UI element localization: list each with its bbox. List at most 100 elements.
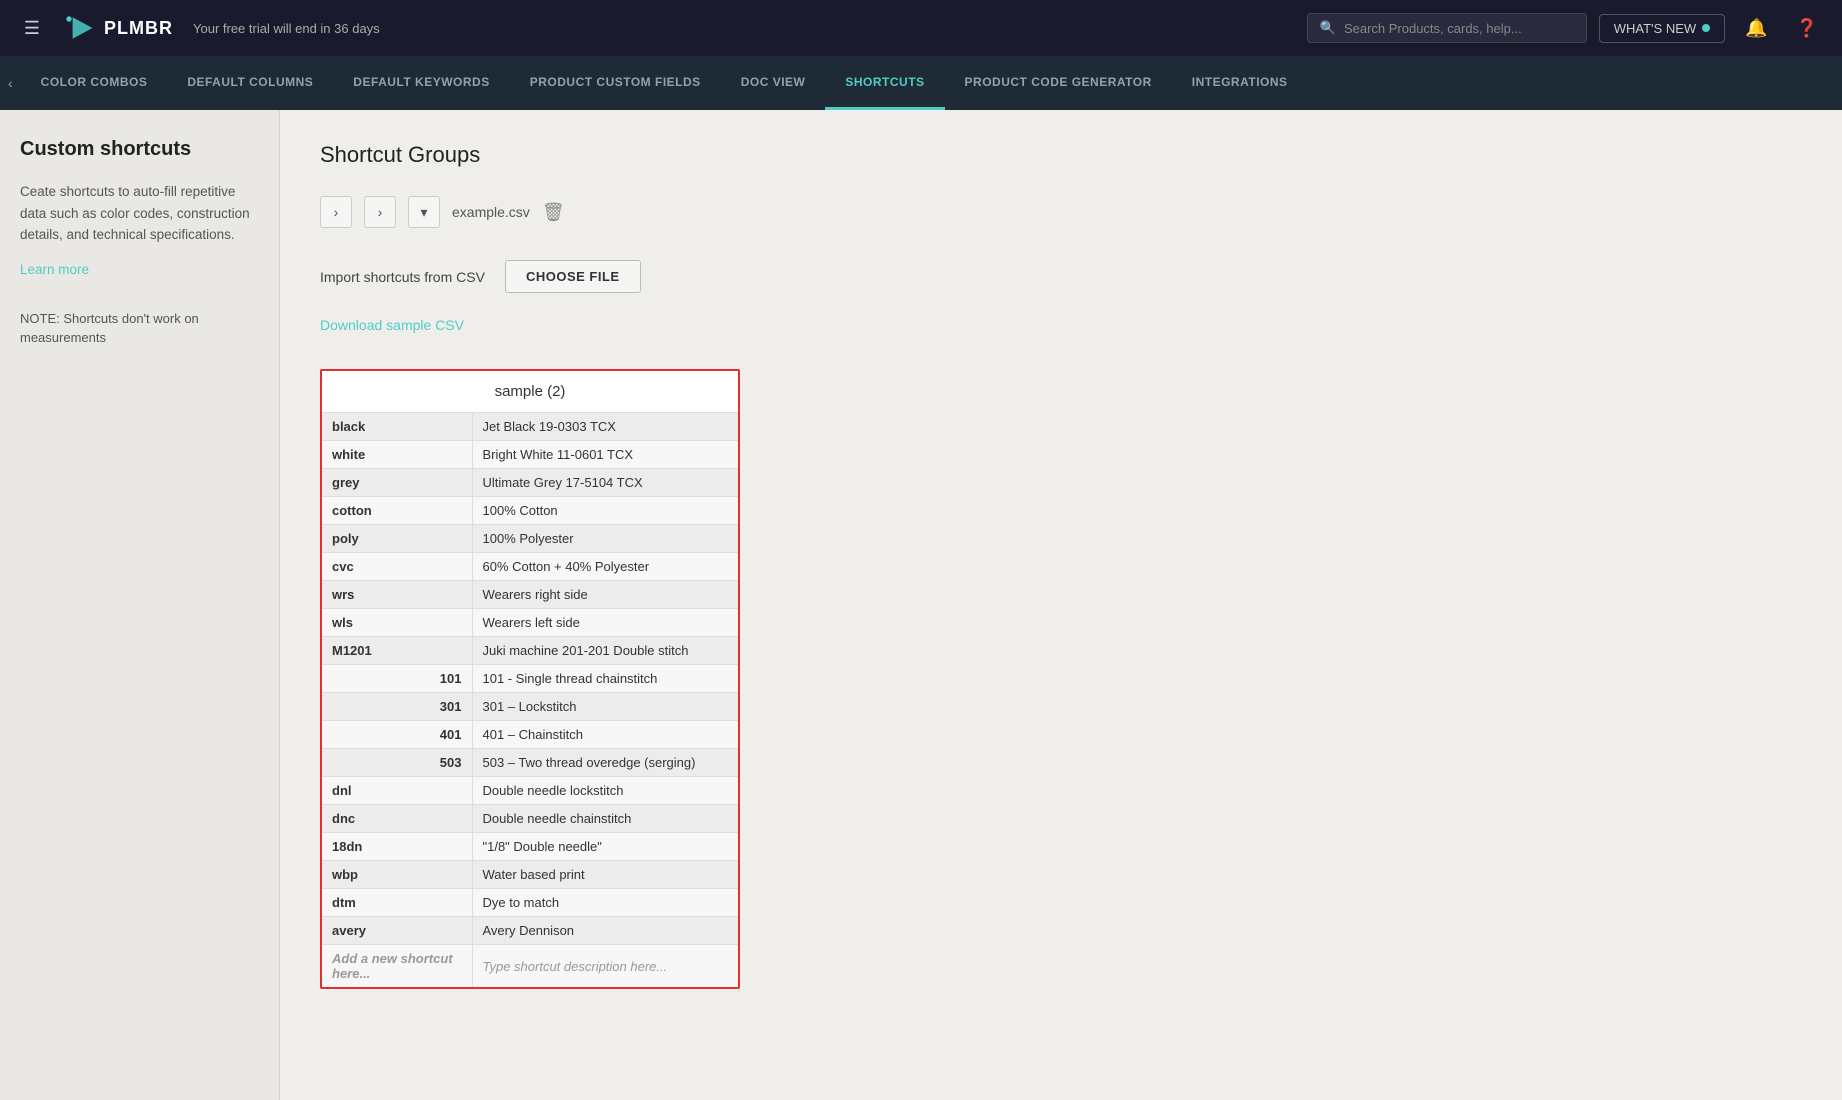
shortcut-key: grey xyxy=(322,469,472,497)
shortcut-value: Ultimate Grey 17-5104 TCX xyxy=(472,469,738,497)
shortcut-value: Jet Black 19-0303 TCX xyxy=(472,413,738,441)
table-row: poly100% Polyester xyxy=(322,525,738,553)
shortcut-value: Bright White 11-0601 TCX xyxy=(472,441,738,469)
choose-file-label: CHOOSE FILE xyxy=(526,269,620,284)
table-row: wbpWater based print xyxy=(322,861,738,889)
notification-button[interactable]: 🔔 xyxy=(1737,14,1775,43)
shortcut-value: 301 – Lockstitch xyxy=(472,693,738,721)
nav-item-product-code-generator[interactable]: PRODUCT CODE GENERATOR xyxy=(945,56,1172,110)
shortcut-key: wbp xyxy=(322,861,472,889)
nav-item-product-custom-fields[interactable]: PRODUCT CUSTOM FIELDS xyxy=(510,56,721,110)
import-label: Import shortcuts from CSV xyxy=(320,269,485,285)
nav-item-default-keywords[interactable]: DEFAULT KEYWORDS xyxy=(333,56,509,110)
help-button[interactable]: ❓ xyxy=(1788,14,1826,43)
shortcut-key: 18dn xyxy=(322,833,472,861)
shortcut-key: white xyxy=(322,441,472,469)
sidebar: Custom shortcuts Ceate shortcuts to auto… xyxy=(0,110,280,1100)
table-row: M1201Juki machine 201-201 Double stitch xyxy=(322,637,738,665)
add-shortcut-key-placeholder[interactable]: Add a new shortcut here... xyxy=(322,945,472,988)
table-row: dnlDouble needle lockstitch xyxy=(322,777,738,805)
shortcut-value: Avery Dennison xyxy=(472,917,738,945)
shortcut-key: 301 xyxy=(322,693,472,721)
content-title: Shortcut Groups xyxy=(320,142,1802,168)
trial-text: Your free trial will end in 36 days xyxy=(193,21,380,36)
shortcut-value: 101 - Single thread chainstitch xyxy=(472,665,738,693)
table-row: dtmDye to match xyxy=(322,889,738,917)
shortcut-key: avery xyxy=(322,917,472,945)
nav-item-doc-view[interactable]: DOC VIEW xyxy=(721,56,826,110)
shortcut-key: poly xyxy=(322,525,472,553)
sidebar-description: Ceate shortcuts to auto-fill repetitive … xyxy=(20,181,259,246)
shortcut-key: 401 xyxy=(322,721,472,749)
table-row: 503503 – Two thread overedge (serging) xyxy=(322,749,738,777)
shortcut-value: Double needle lockstitch xyxy=(472,777,738,805)
logo: PLMBR xyxy=(60,10,173,46)
shortcut-key: dnc xyxy=(322,805,472,833)
whats-new-label: WHAT'S NEW xyxy=(1614,21,1696,36)
shortcut-key: cotton xyxy=(322,497,472,525)
nav-item-color-combos[interactable]: COLOR COMBOS xyxy=(21,56,168,110)
filename-text: example.csv xyxy=(452,204,530,220)
shortcut-key: 101 xyxy=(322,665,472,693)
shortcut-value: 503 – Two thread overedge (serging) xyxy=(472,749,738,777)
shortcut-value: Double needle chainstitch xyxy=(472,805,738,833)
table-row: cotton100% Cotton xyxy=(322,497,738,525)
shortcut-value: Wearers right side xyxy=(472,581,738,609)
table-row: wrsWearers right side xyxy=(322,581,738,609)
search-input[interactable] xyxy=(1344,21,1574,36)
nav-item-default-columns[interactable]: DEFAULT COLUMNS xyxy=(167,56,333,110)
main-layout: Custom shortcuts Ceate shortcuts to auto… xyxy=(0,110,1842,1100)
table-row: whiteBright White 11-0601 TCX xyxy=(322,441,738,469)
shortcut-value: 100% Polyester xyxy=(472,525,738,553)
whats-new-dot xyxy=(1702,24,1710,32)
chevron-icon: › xyxy=(378,204,383,220)
shortcut-value: 60% Cotton + 40% Polyester xyxy=(472,553,738,581)
table-row: averyAvery Dennison xyxy=(322,917,738,945)
search-icon: 🔍 xyxy=(1320,20,1336,36)
table-row: blackJet Black 19-0303 TCX xyxy=(322,413,738,441)
add-shortcut-value-placeholder[interactable]: Type shortcut description here... xyxy=(472,945,738,988)
dropdown-button[interactable]: ▾ xyxy=(408,196,440,228)
shortcut-value: 401 – Chainstitch xyxy=(472,721,738,749)
table-row: 401401 – Chainstitch xyxy=(322,721,738,749)
shortcut-value: Dye to match xyxy=(472,889,738,917)
nav-scroll-left[interactable]: ‹ xyxy=(0,56,21,110)
shortcut-key: M1201 xyxy=(322,637,472,665)
shortcut-key: black xyxy=(322,413,472,441)
expand-button[interactable]: › xyxy=(320,196,352,228)
top-bar: ☰ PLMBR Your free trial will end in 36 d… xyxy=(0,0,1842,56)
table-row: dncDouble needle chainstitch xyxy=(322,805,738,833)
logo-icon xyxy=(60,10,96,46)
table-row: 101101 - Single thread chainstitch xyxy=(322,665,738,693)
nav-item-shortcuts[interactable]: SHORTCUTS xyxy=(825,56,944,110)
shortcut-value: Wearers left side xyxy=(472,609,738,637)
choose-file-button[interactable]: CHOOSE FILE xyxy=(505,260,641,293)
sample-table-title: sample (2) xyxy=(322,371,738,413)
whats-new-button[interactable]: WHAT'S NEW xyxy=(1599,14,1725,43)
secondary-nav: ‹ COLOR COMBOS DEFAULT COLUMNS DEFAULT K… xyxy=(0,56,1842,110)
table-row: greyUltimate Grey 17-5104 TCX xyxy=(322,469,738,497)
table-row: 18dn"1/8" Double needle" xyxy=(322,833,738,861)
table-row: wlsWearers left side xyxy=(322,609,738,637)
nav-item-integrations[interactable]: INTEGRATIONS xyxy=(1172,56,1308,110)
add-shortcut-row[interactable]: Add a new shortcut here...Type shortcut … xyxy=(322,945,738,988)
chevron-button[interactable]: › xyxy=(364,196,396,228)
sample-table: blackJet Black 19-0303 TCXwhiteBright Wh… xyxy=(322,413,738,987)
delete-group-button[interactable]: 🗑 xyxy=(542,202,565,223)
table-row: cvc60% Cotton + 40% Polyester xyxy=(322,553,738,581)
hamburger-menu-button[interactable]: ☰ xyxy=(16,12,48,44)
table-row: 301301 – Lockstitch xyxy=(322,693,738,721)
shortcut-value: Juki machine 201-201 Double stitch xyxy=(472,637,738,665)
shortcut-value: 100% Cotton xyxy=(472,497,738,525)
import-row: Import shortcuts from CSV CHOOSE FILE xyxy=(320,260,1802,293)
learn-more-link[interactable]: Learn more xyxy=(20,262,259,277)
sample-table-wrapper: sample (2) blackJet Black 19-0303 TCXwhi… xyxy=(320,369,1802,989)
shortcut-value: "1/8" Double needle" xyxy=(472,833,738,861)
logo-text: PLMBR xyxy=(104,18,173,39)
download-csv-link[interactable]: Download sample CSV xyxy=(320,317,464,333)
shortcut-key: wls xyxy=(322,609,472,637)
shortcut-key: dnl xyxy=(322,777,472,805)
search-bar[interactable]: 🔍 xyxy=(1307,13,1587,43)
shortcut-group-row: › › ▾ example.csv 🗑 xyxy=(320,196,1802,228)
expand-icon: › xyxy=(334,204,339,220)
